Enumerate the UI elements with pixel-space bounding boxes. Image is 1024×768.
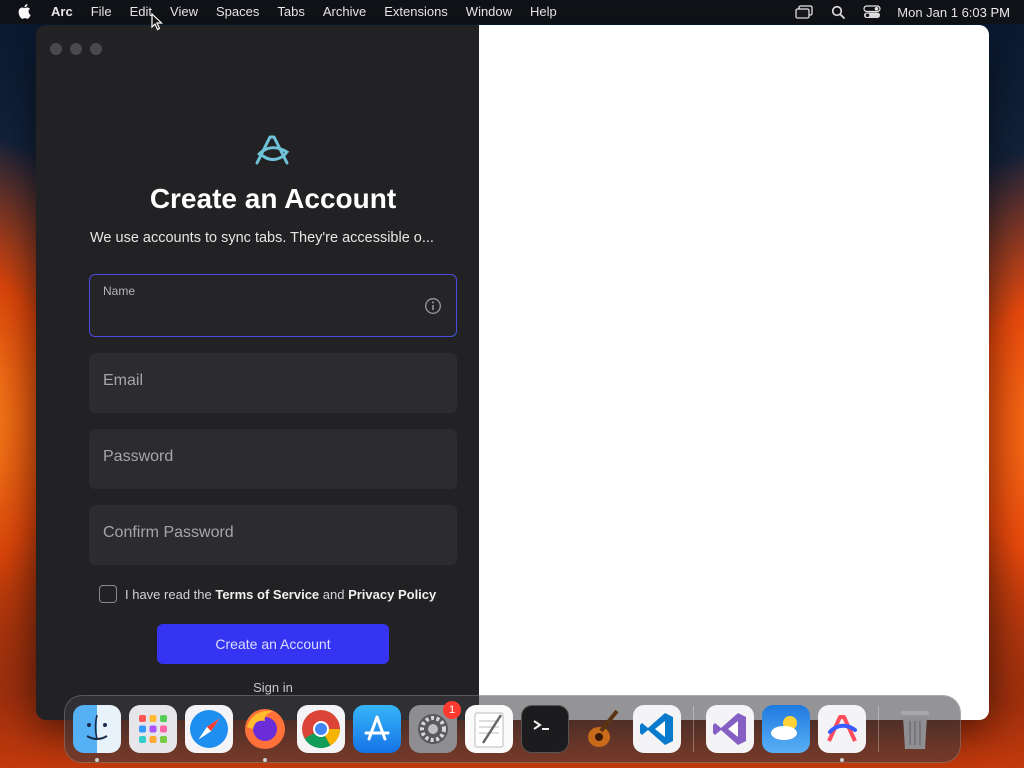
- signup-description: We use accounts to sync tabs. They're ac…: [90, 230, 434, 246]
- mouse-cursor-icon: [151, 13, 163, 31]
- visual-studio-icon[interactable]: [706, 705, 754, 753]
- menu-tabs[interactable]: Tabs: [268, 0, 313, 24]
- dock-separator-2: [878, 706, 879, 752]
- firefox-icon[interactable]: [241, 705, 289, 762]
- email-field[interactable]: Email: [89, 353, 457, 413]
- menu-file[interactable]: File: [82, 0, 121, 24]
- safari-icon[interactable]: [185, 705, 233, 753]
- sign-in-link[interactable]: Sign in: [36, 680, 510, 695]
- control-center-icon[interactable]: [855, 5, 889, 19]
- password-field[interactable]: Password: [89, 429, 457, 489]
- email-placeholder: Email: [103, 372, 144, 389]
- minimize-window-button[interactable]: [70, 43, 82, 55]
- terms-agreement: I have read the Terms of Service and Pri…: [99, 585, 436, 603]
- menubar-clock[interactable]: Mon Jan 1 6:03 PM: [889, 5, 1010, 20]
- menu-extensions[interactable]: Extensions: [375, 0, 457, 24]
- app-store-icon[interactable]: [353, 705, 401, 753]
- trash-icon[interactable]: [891, 705, 939, 753]
- screen-mirror-icon[interactable]: [787, 5, 821, 19]
- vscode-icon[interactable]: [633, 705, 681, 753]
- web-content-pane: [479, 25, 989, 720]
- terms-and-text: and: [319, 586, 349, 602]
- info-icon[interactable]: [424, 297, 442, 315]
- finder-running-dot: [95, 758, 99, 762]
- menu-help[interactable]: Help: [521, 0, 566, 24]
- name-field-label: Name: [103, 284, 136, 298]
- confirm-password-placeholder: Confirm Password: [103, 524, 234, 541]
- menu-app-name[interactable]: Arc: [42, 0, 82, 24]
- apple-icon[interactable]: [8, 4, 42, 20]
- dock-separator: [693, 706, 694, 752]
- arc-app-icon[interactable]: [818, 705, 866, 762]
- close-window-button[interactable]: [50, 43, 62, 55]
- menu-window[interactable]: Window: [457, 0, 521, 24]
- menu-spaces[interactable]: Spaces: [207, 0, 268, 24]
- finder-icon[interactable]: [73, 705, 121, 762]
- launchpad-icon[interactable]: [129, 705, 177, 753]
- zoom-window-button[interactable]: [90, 43, 102, 55]
- menu-view[interactable]: View: [161, 0, 207, 24]
- password-placeholder: Password: [103, 448, 174, 465]
- garageband-icon[interactable]: [577, 705, 625, 753]
- firefox-running-dot: [263, 758, 267, 762]
- arc-window: Create an Account We use accounts to syn…: [36, 25, 989, 720]
- menu-archive[interactable]: Archive: [314, 0, 375, 24]
- window-controls: [50, 43, 102, 55]
- privacy-policy-link[interactable]: Privacy Policy: [348, 587, 436, 602]
- arc-running-dot: [840, 758, 844, 762]
- page-title: Create an Account: [149, 183, 397, 214]
- chrome-icon[interactable]: [297, 705, 345, 753]
- terms-prefix-text: I have read the: [125, 586, 216, 602]
- spotlight-search-icon[interactable]: [821, 5, 855, 19]
- create-account-button[interactable]: Create an Account: [157, 624, 389, 664]
- terminal-icon[interactable]: [521, 705, 569, 753]
- terms-of-service-link[interactable]: Terms of Service: [215, 587, 319, 602]
- terms-checkbox[interactable]: [99, 585, 117, 603]
- confirm-password-field[interactable]: Confirm Password: [89, 505, 457, 565]
- weather-icon[interactable]: [762, 705, 810, 753]
- name-field[interactable]: Name: [89, 274, 457, 337]
- textedit-icon[interactable]: [465, 705, 513, 753]
- dock: 1: [64, 695, 961, 763]
- system-settings-icon[interactable]: 1: [409, 701, 461, 753]
- settings-notification-badge: 1: [443, 701, 461, 719]
- arc-logo-icon: [255, 135, 290, 165]
